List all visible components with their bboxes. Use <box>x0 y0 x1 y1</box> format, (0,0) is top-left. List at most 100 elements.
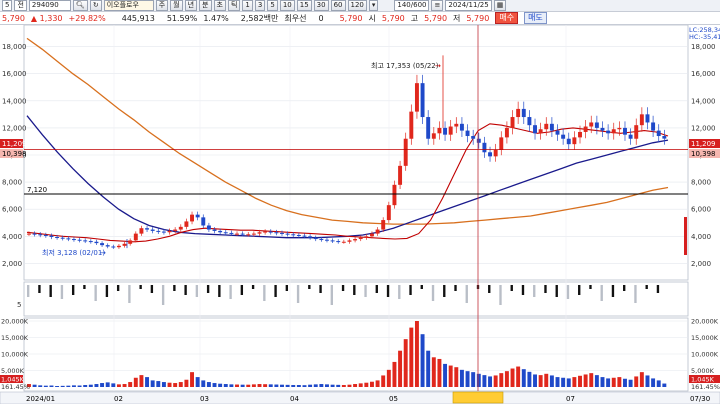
count-settings-icon[interactable]: ≡ <box>431 0 444 11</box>
period-week-button[interactable]: 월 <box>170 0 183 11</box>
volume-bar <box>628 379 633 387</box>
period-tick-button[interactable]: 틱 <box>227 0 241 11</box>
interval-5-button[interactable]: 5 <box>267 0 278 11</box>
candle-body <box>291 234 296 236</box>
interval-1-button[interactable]: 1 <box>242 0 253 11</box>
volume-bar <box>583 374 588 387</box>
date-label-end: 07/30 <box>690 395 710 403</box>
volume-bar <box>645 375 650 387</box>
price-tick-right: 2,000 <box>691 260 711 268</box>
date-label-jul: 07 <box>566 395 575 403</box>
stock-chart[interactable]: 18,000 18,000 16,000 16,000 14,000 14,000 12,0… <box>0 25 720 404</box>
volume-bar <box>606 378 611 387</box>
oscillator-bar <box>83 285 86 289</box>
oscillator-bar <box>488 285 491 293</box>
volume-bar <box>403 339 408 387</box>
candle-body <box>606 130 611 134</box>
stock-code-input[interactable]: 294090 <box>28 0 71 11</box>
candle-body <box>83 240 88 242</box>
date-label-may: 05 <box>389 395 398 403</box>
open-value: 5,790 <box>381 13 405 23</box>
crosshair-date-cursor[interactable] <box>452 391 504 404</box>
ratio-1: 51.59% <box>166 13 198 23</box>
interval-120-button[interactable]: 120 <box>347 0 367 11</box>
period-minute-button[interactable]: 분 <box>199 0 212 11</box>
market-mode-select[interactable]: 전 <box>14 0 27 11</box>
candle-body <box>94 241 99 244</box>
interval-3-button[interactable]: 3 <box>254 0 266 11</box>
volume-bar <box>358 383 363 387</box>
volume-bar <box>133 377 138 387</box>
period-day-button[interactable]: 주 <box>155 0 169 11</box>
period-second-button[interactable]: 초 <box>213 0 226 11</box>
volume-bar <box>257 384 262 387</box>
candle-body <box>27 233 31 235</box>
oscillator-bar <box>341 285 345 291</box>
oscillator-bar <box>150 285 154 293</box>
volume-tick-right: 10,000K <box>691 351 719 359</box>
interval-15-button[interactable]: 15 <box>296 0 312 11</box>
candle-body <box>369 233 374 237</box>
volume-bar <box>184 379 189 387</box>
high-annotation: 최고 17,353 (05/22) <box>371 61 439 70</box>
sell-button[interactable]: 매도 <box>524 12 547 24</box>
left-price-marker-2-text: 10,398 <box>2 150 27 158</box>
interval-30-button[interactable]: 30 <box>313 0 329 11</box>
oscillator-bar <box>105 285 109 297</box>
volume-bar <box>156 381 161 387</box>
oscillator-bar <box>27 285 30 297</box>
volume-bar <box>369 381 374 387</box>
volume-bar <box>268 384 273 387</box>
refresh-icon[interactable]: ↻ <box>89 0 102 11</box>
candle-body <box>600 127 605 131</box>
candle-body <box>285 233 290 235</box>
bar-count-input[interactable]: 140/600 <box>394 0 430 11</box>
volume-bar <box>544 373 549 387</box>
low-arrow-icon: → <box>100 249 106 257</box>
volume-tick-left: 5,000K <box>1 367 25 375</box>
search-icon[interactable]: 🔍︎ <box>72 0 88 11</box>
candle-body <box>100 243 105 246</box>
volume-bar <box>218 383 223 387</box>
volume-bar <box>431 357 436 387</box>
volume-bar <box>83 385 88 387</box>
volume-bar <box>291 385 296 387</box>
oscillator-bar <box>139 285 142 289</box>
buy-button[interactable]: 매수 <box>495 12 519 24</box>
interval-10-button[interactable]: 10 <box>279 0 295 11</box>
price-tick-right: 4,000 <box>691 233 711 241</box>
left-volume-pct: 161.45% <box>1 383 30 391</box>
interval-60-button[interactable]: 60 <box>330 0 346 11</box>
volume-bar <box>409 327 414 387</box>
candle-body <box>611 129 616 134</box>
candle-body <box>235 233 239 235</box>
volume-bar <box>55 386 60 387</box>
candle-body <box>364 236 369 238</box>
calendar-icon[interactable]: ▦ <box>493 0 507 11</box>
date-input[interactable]: 2024/11/25 <box>445 0 492 11</box>
candle-body <box>88 241 93 243</box>
candle-body <box>656 130 661 137</box>
volume-bar <box>572 377 577 387</box>
interval-dropdown-icon[interactable]: ▾ <box>368 0 379 11</box>
volume-bar <box>459 369 464 387</box>
volume-tick-left: 20,000K <box>1 318 29 326</box>
oscillator-bar <box>465 285 468 303</box>
candle-body <box>583 126 588 132</box>
oscillator-bar <box>589 285 592 289</box>
volume-bar <box>285 384 290 387</box>
period-month-button[interactable]: 년 <box>184 0 198 11</box>
candle-body <box>499 137 504 150</box>
price-scroll-thumb[interactable] <box>684 217 687 255</box>
date-axis-bar <box>0 391 720 404</box>
osc-axis-tick: 5 <box>17 301 21 309</box>
candle-body <box>594 122 599 128</box>
candle-body <box>414 83 419 112</box>
candle-body <box>60 237 65 239</box>
volume-bar <box>263 384 268 387</box>
candle-body <box>493 149 498 157</box>
volume-bar <box>656 380 661 387</box>
row-selector[interactable]: 5 <box>2 0 13 11</box>
oscillator-bar <box>206 285 210 293</box>
volume-bar <box>32 384 37 387</box>
